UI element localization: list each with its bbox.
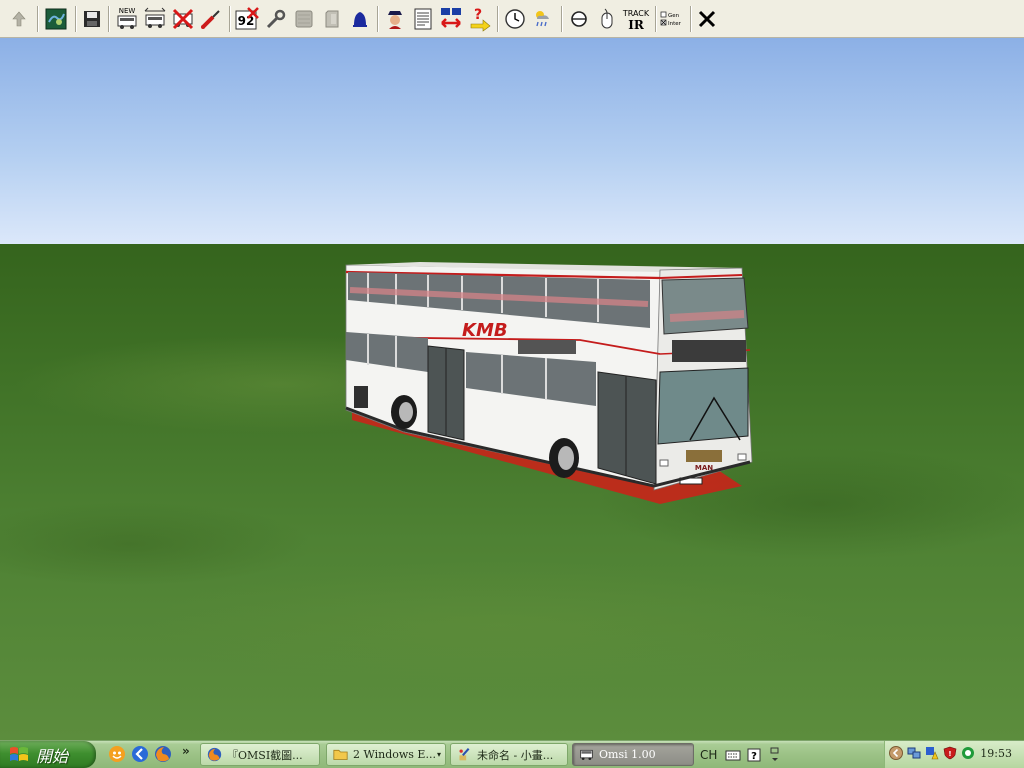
svg-text:IR: IR	[628, 18, 645, 32]
system-tray: ! 19:53	[884, 741, 1024, 768]
close-icon[interactable]	[693, 4, 721, 34]
bus-icon	[580, 749, 593, 760]
bus-exchange-icon[interactable]	[437, 4, 465, 34]
language-bar-options-icon[interactable]	[769, 746, 781, 764]
svg-text:92: 92	[238, 14, 255, 28]
status-ring-icon[interactable]	[961, 746, 975, 760]
task-label: 『OMSI截圖...	[227, 748, 303, 762]
eyedropper-icon[interactable]	[197, 4, 225, 34]
help-arrow-icon[interactable]: ?	[466, 4, 494, 34]
clock-icon[interactable]	[501, 4, 529, 34]
tray-collapse-icon[interactable]	[889, 746, 903, 760]
task-paint[interactable]: 未命名 - 小畫...	[450, 743, 568, 766]
security-warning-icon[interactable]	[925, 746, 939, 760]
trackir-icon[interactable]: TRACK IR	[621, 4, 651, 34]
driver-icon[interactable]	[381, 4, 409, 34]
messenger-icon[interactable]	[108, 745, 126, 763]
language-bar: CH ?	[700, 741, 781, 768]
browser-back-icon[interactable]	[131, 745, 149, 763]
route-number-icon[interactable]: 92	[233, 4, 261, 34]
svg-text:?: ?	[474, 7, 482, 23]
windows-flag-icon	[10, 746, 28, 761]
help-icon[interactable]: ?	[747, 748, 761, 762]
task-windows-explorer[interactable]: 2 Windows E... ▾	[326, 743, 446, 766]
firefox-icon	[207, 747, 222, 762]
ticket-stub-icon[interactable]	[318, 4, 346, 34]
task-firefox[interactable]: 『OMSI截圖...	[200, 743, 320, 766]
mouse-icon[interactable]	[593, 4, 621, 34]
task-label: 未命名 - 小畫...	[477, 748, 554, 762]
new-bus-icon[interactable]: NEW	[113, 4, 141, 34]
omsi-toolbar: NEW 92 ? TRACK IR Gen Inter	[0, 0, 1024, 38]
svg-text:NEW: NEW	[119, 7, 136, 15]
task-label: Omsi 1.00	[599, 748, 656, 761]
paint-brush-icon	[459, 747, 470, 761]
windows-taskbar: 開始 » 『OMSI截圖... 2 Windows E... ▾ 未命名 - 小…	[0, 740, 1024, 768]
start-button[interactable]: 開始	[0, 741, 96, 768]
quicklaunch-chevron[interactable]: »	[182, 744, 190, 758]
save-icon[interactable]	[78, 4, 106, 34]
checkbox-options-icon[interactable]: Gen Inter	[659, 4, 687, 34]
simulation-viewport[interactable]: KMB MAN	[0, 38, 1024, 740]
svg-text:Gen: Gen	[668, 13, 680, 19]
firefox-icon[interactable]	[154, 745, 172, 763]
svg-text:TRACK: TRACK	[622, 9, 650, 18]
bell-icon[interactable]	[346, 4, 374, 34]
svg-text:!: !	[948, 750, 951, 758]
input-language-indicator[interactable]: CH	[700, 748, 717, 762]
start-label: 開始	[36, 746, 69, 766]
wrench-icon[interactable]	[262, 4, 290, 34]
up-arrow-icon[interactable]	[5, 4, 33, 34]
double-decker-bus[interactable]: KMB MAN	[345, 262, 753, 491]
ticket-icon[interactable]	[290, 4, 318, 34]
keyboard-icon[interactable]	[725, 748, 741, 762]
task-group-caret[interactable]: ▾	[437, 750, 441, 759]
weather-icon[interactable]	[529, 4, 557, 34]
bus-replace-icon[interactable]	[141, 4, 169, 34]
map-icon[interactable]	[42, 4, 70, 34]
folder-icon	[333, 749, 348, 760]
svg-text:?: ?	[752, 751, 758, 762]
clock[interactable]: 19:53	[980, 747, 1012, 760]
task-omsi[interactable]: Omsi 1.00	[572, 743, 694, 766]
remove-bus-icon[interactable]	[169, 4, 197, 34]
task-label: 2 Windows E...	[353, 748, 436, 761]
bus-scene: KMB MAN	[345, 262, 753, 504]
network-icon[interactable]	[907, 746, 921, 760]
camera-icon[interactable]	[565, 4, 593, 34]
svg-text:Inter: Inter	[668, 21, 682, 27]
timetable-icon[interactable]	[409, 4, 437, 34]
kmb-logo: KMB	[462, 320, 508, 341]
shield-icon[interactable]: !	[943, 746, 957, 760]
